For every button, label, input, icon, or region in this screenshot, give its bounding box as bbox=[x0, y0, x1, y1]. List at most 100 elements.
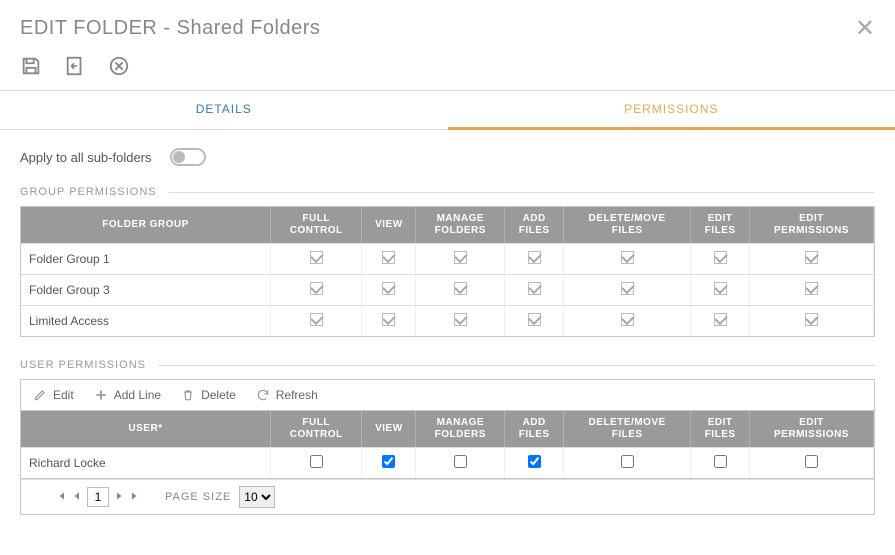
column-header: VIEW bbox=[362, 411, 416, 447]
save-icon[interactable] bbox=[20, 55, 42, 80]
permission-cell bbox=[750, 274, 874, 305]
permission-cell bbox=[271, 243, 362, 274]
column-header: FOLDER GROUP bbox=[21, 207, 271, 243]
section-line bbox=[169, 192, 875, 193]
button-label: Refresh bbox=[276, 388, 318, 402]
close-icon[interactable]: ✕ bbox=[855, 14, 875, 43]
permission-cell bbox=[505, 243, 564, 274]
checkbox-icon[interactable] bbox=[805, 282, 818, 295]
checkbox-icon[interactable] bbox=[454, 282, 467, 295]
page-size-label: PAGE SIZE bbox=[165, 491, 231, 503]
folder-group-name: Limited Access bbox=[21, 305, 271, 336]
table-row: Folder Group 1 bbox=[21, 243, 874, 274]
user-name: Richard Locke bbox=[21, 447, 271, 478]
column-header: EDITFILES bbox=[691, 207, 750, 243]
permission-cell bbox=[362, 305, 416, 336]
permission-cell bbox=[691, 274, 750, 305]
apply-sub-label: Apply to all sub-folders bbox=[20, 150, 152, 165]
refresh-button[interactable]: Refresh bbox=[256, 388, 318, 402]
add-line-button[interactable]: Add Line bbox=[94, 388, 161, 402]
permission-cell bbox=[416, 305, 505, 336]
table-row: Richard Locke bbox=[21, 447, 874, 478]
checkbox-icon[interactable] bbox=[805, 251, 818, 264]
section-line bbox=[158, 365, 875, 366]
user-permissions-heading: USER PERMISSIONS bbox=[20, 359, 875, 371]
column-header: MANAGEFOLDERS bbox=[416, 411, 505, 447]
checkbox-icon[interactable] bbox=[310, 251, 323, 264]
tab-details[interactable]: DETAILS bbox=[0, 91, 448, 129]
permission-cell bbox=[691, 447, 750, 478]
save-back-icon[interactable] bbox=[64, 55, 86, 80]
column-header: EDITPERMISSIONS bbox=[750, 207, 874, 243]
checkbox-icon[interactable] bbox=[528, 282, 541, 295]
dialog-title: EDIT FOLDER - Shared Folders bbox=[20, 17, 320, 40]
checkbox-icon[interactable] bbox=[714, 313, 727, 326]
permission-cell bbox=[505, 447, 564, 478]
permission-checkbox[interactable] bbox=[805, 455, 818, 468]
column-header: DELETE/MOVEFILES bbox=[564, 207, 691, 243]
tabs: DETAILS PERMISSIONS bbox=[0, 91, 895, 130]
column-header: DELETE/MOVEFILES bbox=[564, 411, 691, 447]
column-header: ADDFILES bbox=[505, 411, 564, 447]
checkbox-icon[interactable] bbox=[528, 251, 541, 264]
permission-checkbox[interactable] bbox=[621, 455, 634, 468]
delete-button[interactable]: Delete bbox=[181, 388, 236, 402]
section-label: GROUP PERMISSIONS bbox=[20, 186, 157, 198]
column-header: EDITPERMISSIONS bbox=[750, 411, 874, 447]
permission-checkbox[interactable] bbox=[382, 455, 395, 468]
column-header: VIEW bbox=[362, 207, 416, 243]
edit-button[interactable]: Edit bbox=[33, 388, 74, 402]
permission-checkbox[interactable] bbox=[528, 455, 541, 468]
permission-checkbox[interactable] bbox=[310, 455, 323, 468]
permission-cell bbox=[416, 274, 505, 305]
checkbox-icon[interactable] bbox=[621, 313, 634, 326]
permission-cell bbox=[362, 447, 416, 478]
column-header: MANAGEFOLDERS bbox=[416, 207, 505, 243]
prev-page-icon[interactable] bbox=[71, 490, 83, 505]
cancel-icon[interactable] bbox=[108, 55, 130, 80]
permission-cell bbox=[564, 274, 691, 305]
apply-sub-toggle[interactable] bbox=[170, 148, 206, 166]
folder-group-name: Folder Group 3 bbox=[21, 274, 271, 305]
checkbox-icon[interactable] bbox=[454, 251, 467, 264]
button-label: Edit bbox=[53, 388, 74, 402]
page-input[interactable] bbox=[87, 487, 109, 507]
column-header: EDITFILES bbox=[691, 411, 750, 447]
checkbox-icon[interactable] bbox=[621, 251, 634, 264]
permission-cell bbox=[691, 305, 750, 336]
checkbox-icon[interactable] bbox=[805, 313, 818, 326]
checkbox-icon[interactable] bbox=[714, 251, 727, 264]
permission-cell bbox=[750, 447, 874, 478]
page-size-select[interactable]: 10 bbox=[239, 486, 275, 508]
permission-cell bbox=[564, 243, 691, 274]
permission-cell bbox=[416, 447, 505, 478]
permission-cell bbox=[564, 447, 691, 478]
checkbox-icon[interactable] bbox=[382, 313, 395, 326]
button-label: Add Line bbox=[114, 388, 161, 402]
first-page-icon[interactable] bbox=[55, 490, 67, 505]
permission-cell bbox=[271, 305, 362, 336]
table-row: Limited Access bbox=[21, 305, 874, 336]
tab-permissions[interactable]: PERMISSIONS bbox=[448, 91, 895, 130]
checkbox-icon[interactable] bbox=[621, 282, 634, 295]
permission-checkbox[interactable] bbox=[454, 455, 467, 468]
permission-cell bbox=[362, 274, 416, 305]
permission-checkbox[interactable] bbox=[714, 455, 727, 468]
column-header: FULLCONTROL bbox=[271, 207, 362, 243]
checkbox-icon[interactable] bbox=[310, 313, 323, 326]
next-page-icon[interactable] bbox=[113, 490, 125, 505]
column-header: FULLCONTROL bbox=[271, 411, 362, 447]
checkbox-icon[interactable] bbox=[454, 313, 467, 326]
permission-cell bbox=[750, 305, 874, 336]
section-label: USER PERMISSIONS bbox=[20, 359, 146, 371]
folder-group-name: Folder Group 1 bbox=[21, 243, 271, 274]
last-page-icon[interactable] bbox=[129, 490, 141, 505]
permission-cell bbox=[271, 447, 362, 478]
checkbox-icon[interactable] bbox=[310, 282, 323, 295]
checkbox-icon[interactable] bbox=[528, 313, 541, 326]
button-label: Delete bbox=[201, 388, 236, 402]
permission-cell bbox=[271, 274, 362, 305]
checkbox-icon[interactable] bbox=[382, 251, 395, 264]
checkbox-icon[interactable] bbox=[714, 282, 727, 295]
checkbox-icon[interactable] bbox=[382, 282, 395, 295]
